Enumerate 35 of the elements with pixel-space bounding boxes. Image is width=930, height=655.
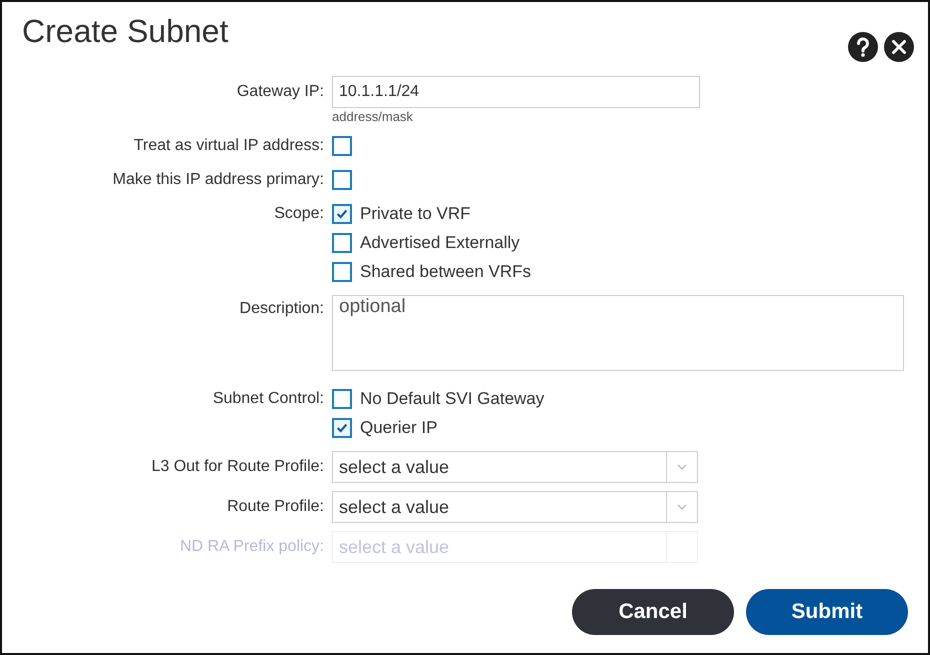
help-icon[interactable] xyxy=(848,32,878,62)
checkbox[interactable] xyxy=(332,170,352,190)
field-label: ND RA Prefix policy: xyxy=(180,538,324,555)
field-label: Description: xyxy=(240,300,324,317)
select-dropdown[interactable]: select a value xyxy=(332,491,698,523)
checkbox-label: Querier IP xyxy=(360,417,438,439)
caret-icon xyxy=(677,464,687,470)
field-label: L3 Out for Route Profile: xyxy=(151,458,324,475)
field-label: Treat as virtual IP address: xyxy=(134,137,324,154)
checkbox[interactable] xyxy=(332,262,352,282)
checkbox-label: No Default SVI Gateway xyxy=(360,388,544,410)
submit-button[interactable]: Submit xyxy=(746,589,908,635)
caret-icon xyxy=(677,504,687,510)
field-label: Make this IP address primary: xyxy=(112,171,324,188)
gateway-ip-field[interactable]: 10.1.1.1/24 xyxy=(332,76,700,108)
select-dropdown[interactable]: select a value xyxy=(332,451,698,483)
checkbox-label: Shared between VRFs xyxy=(360,261,532,283)
checkbox[interactable] xyxy=(332,136,352,156)
checkbox-label: Private to VRF xyxy=(360,203,471,225)
field-hint: address/mask xyxy=(332,109,413,124)
checkmark-icon xyxy=(335,207,349,221)
description-field[interactable]: optional xyxy=(332,295,904,371)
field-label: Route Profile: xyxy=(227,498,324,515)
checkmark-icon xyxy=(335,421,349,435)
field-label: Subnet Control: xyxy=(212,390,324,407)
field-label: Gateway IP: xyxy=(236,83,324,100)
cancel-button[interactable]: Cancel xyxy=(572,589,734,635)
dialog-title: Create Subnet xyxy=(22,12,228,50)
checkbox[interactable] xyxy=(332,389,352,409)
checkbox[interactable] xyxy=(332,418,352,438)
checkbox[interactable] xyxy=(332,204,352,224)
field-label: Scope: xyxy=(274,205,324,222)
checkbox[interactable] xyxy=(332,233,352,253)
close-icon[interactable] xyxy=(884,32,914,62)
checkbox-label: Advertised Externally xyxy=(360,232,520,254)
